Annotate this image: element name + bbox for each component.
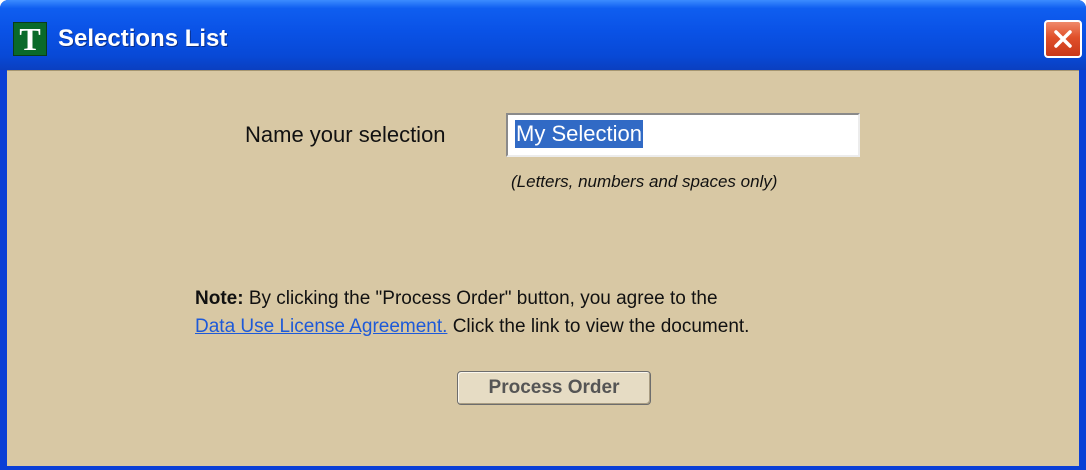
app-t-icon: T: [13, 22, 47, 56]
license-agreement-link[interactable]: Data Use License Agreement.: [195, 316, 447, 337]
selection-name-value: My Selection: [515, 120, 643, 148]
title-bar[interactable]: T Selections List: [0, 0, 1086, 70]
window-bottom-border: [0, 466, 1086, 470]
close-button[interactable]: [1044, 20, 1082, 58]
close-icon: [1054, 30, 1072, 48]
selection-name-label: Name your selection: [245, 122, 446, 147]
selections-list-window: T Selections List Name your selection My…: [0, 0, 1086, 470]
note-text-line2: Click the link to view the document.: [447, 316, 750, 337]
note-text-line1: By clicking the "Process Order" button, …: [243, 288, 718, 309]
process-order-button[interactable]: Process Order: [457, 371, 651, 405]
selection-name-input[interactable]: My Selection: [506, 113, 860, 157]
window-title: Selections List: [58, 25, 228, 52]
note-prefix: Note:: [195, 288, 244, 309]
note-text-continued: Data Use License Agreement. Click the li…: [195, 315, 749, 339]
input-hint: (Letters, numbers and spaces only): [511, 172, 778, 191]
dialog-body: Name your selection My Selection (Letter…: [7, 70, 1079, 466]
note-text: Note: By clicking the "Process Order" bu…: [195, 287, 718, 311]
